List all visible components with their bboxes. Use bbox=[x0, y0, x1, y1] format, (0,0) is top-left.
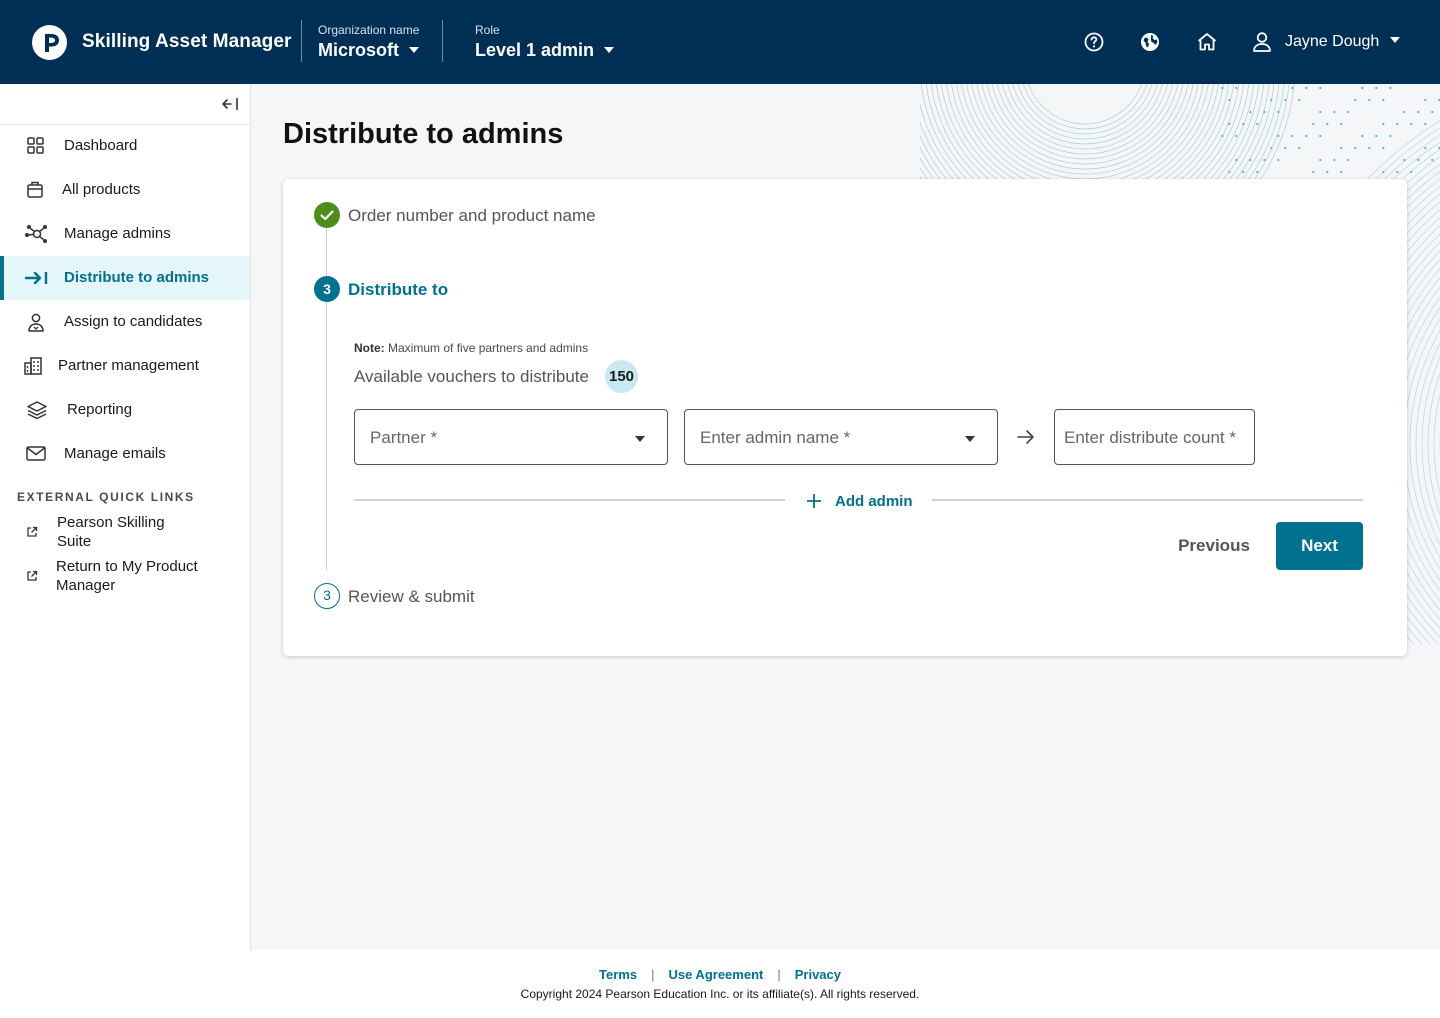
footer-separator: | bbox=[651, 967, 655, 982]
user-menu[interactable]: Jayne Dough bbox=[1251, 30, 1401, 54]
partner-placeholder: Partner * bbox=[370, 428, 438, 447]
available-vouchers-label: Available vouchers to distribute bbox=[354, 367, 589, 386]
top-bar: Skilling Asset Manager Organization name… bbox=[0, 0, 1440, 84]
quick-link-label: Return to My Product bbox=[56, 558, 198, 575]
sidebar-item-reporting[interactable]: Reporting bbox=[0, 388, 250, 432]
quick-link-label: Suite bbox=[57, 533, 92, 550]
footer-links: Terms | Use Agreement | Privacy bbox=[0, 967, 1440, 982]
add-admin-divider bbox=[932, 499, 1363, 501]
step-3-label: Review & submit bbox=[348, 587, 475, 606]
next-button[interactable]: Next bbox=[1276, 522, 1363, 570]
sidebar-item-label: Reporting bbox=[67, 401, 133, 418]
previous-button[interactable]: Previous bbox=[1166, 522, 1262, 570]
sidebar-item-label: Manage emails bbox=[64, 445, 166, 462]
role-label: Role bbox=[475, 23, 500, 37]
chevron-down-icon bbox=[1390, 37, 1401, 43]
sidebar-item-label: All products bbox=[62, 181, 141, 198]
building-icon bbox=[23, 356, 45, 376]
admin-name-placeholder: Enter admin name * bbox=[700, 428, 851, 447]
footer-link-use-agreement[interactable]: Use Agreement bbox=[668, 967, 763, 982]
footer-separator: | bbox=[777, 967, 781, 982]
add-admin-divider bbox=[354, 499, 785, 501]
organization-value: Microsoft bbox=[318, 40, 399, 60]
copyright-text: Copyright 2024 Pearson Education Inc. or… bbox=[520, 987, 920, 1001]
user-icon bbox=[1253, 32, 1271, 52]
role-value: Level 1 admin bbox=[475, 40, 595, 60]
mail-icon bbox=[25, 444, 47, 464]
help-icon[interactable] bbox=[1082, 30, 1106, 54]
sidebar: Dashboard All products Manage admins Dis… bbox=[0, 84, 251, 950]
sidebar-item-manage-admins[interactable]: Manage admins bbox=[0, 212, 250, 256]
sidebar-item-label: Partner management bbox=[58, 357, 199, 374]
globe-icon[interactable] bbox=[1138, 30, 1162, 54]
footer: Terms | Use Agreement | Privacy Copyright 20… bbox=[0, 950, 1440, 1018]
page-title: Distribute to admins bbox=[283, 118, 564, 150]
user-name: Jayne Dough bbox=[1285, 33, 1380, 50]
role-selector[interactable]: Role Level 1 admin bbox=[475, 23, 615, 61]
header-divider bbox=[442, 20, 443, 62]
plus-icon bbox=[807, 494, 821, 508]
footer-link-privacy[interactable]: Privacy bbox=[795, 967, 841, 982]
note-content: Maximum of five partners and admins bbox=[388, 341, 589, 355]
step-1-label[interactable]: Order number and product name bbox=[348, 206, 596, 226]
quick-link-label: Pearson Skilling bbox=[57, 514, 165, 531]
step-complete-check-icon bbox=[314, 202, 340, 228]
chevron-down-icon bbox=[604, 46, 615, 53]
available-vouchers-count: 150 bbox=[605, 360, 638, 393]
admin-name-select[interactable]: Enter admin name * bbox=[684, 409, 998, 465]
distribute-icon bbox=[24, 268, 48, 288]
dropdown-arrow-icon bbox=[635, 436, 645, 442]
step-2-number: 3 bbox=[314, 276, 340, 302]
footer-link-terms[interactable]: Terms bbox=[599, 967, 637, 982]
candidate-icon bbox=[25, 312, 47, 332]
home-icon[interactable] bbox=[1195, 30, 1219, 54]
sidebar-item-all-products[interactable]: All products bbox=[0, 168, 250, 212]
external-link-icon bbox=[26, 569, 38, 581]
partner-select[interactable]: Partner * bbox=[354, 409, 668, 465]
quick-links-heading: EXTERNAL QUICK LINKS bbox=[17, 490, 195, 504]
layers-icon bbox=[27, 400, 49, 420]
distribute-count-input[interactable]: Enter distribute count * bbox=[1054, 409, 1255, 465]
products-icon bbox=[25, 180, 47, 200]
quick-link-label: Manager bbox=[56, 577, 116, 594]
external-link-icon bbox=[26, 525, 38, 537]
network-icon bbox=[25, 224, 47, 244]
organization-label: Organization name bbox=[318, 23, 420, 37]
arrow-right-icon bbox=[1016, 428, 1036, 446]
stepper-connector bbox=[326, 302, 327, 570]
header-divider bbox=[301, 20, 302, 62]
note-label: Note: bbox=[354, 341, 385, 355]
sidebar-item-manage-emails[interactable]: Manage emails bbox=[0, 432, 250, 476]
add-admin-label: Add admin bbox=[835, 492, 913, 510]
stepper-connector bbox=[326, 228, 327, 276]
sidebar-item-label: Distribute to admins bbox=[64, 269, 210, 286]
dropdown-arrow-icon bbox=[965, 436, 975, 442]
distribute-count-placeholder: Enter distribute count * bbox=[1064, 428, 1236, 447]
app-title: Skilling Asset Manager bbox=[82, 31, 292, 52]
distribution-card: Order number and product name 3 Distribu… bbox=[283, 179, 1407, 656]
sidebar-item-label: Dashboard bbox=[64, 137, 138, 154]
collapse-sidebar-icon[interactable] bbox=[221, 96, 239, 112]
chevron-down-icon bbox=[409, 46, 419, 53]
pearson-logo[interactable] bbox=[32, 25, 67, 60]
sidebar-item-distribute-to-admins[interactable]: Distribute to admins bbox=[0, 256, 250, 300]
step-3-number: 3 bbox=[314, 583, 340, 609]
step-2-label: Distribute to bbox=[348, 280, 449, 299]
sidebar-item-dashboard[interactable]: Dashboard bbox=[0, 124, 250, 168]
sidebar-item-label: Manage admins bbox=[64, 225, 171, 242]
sidebar-item-partner-management[interactable]: Partner management bbox=[0, 344, 250, 388]
add-admin-button[interactable]: Add admin bbox=[806, 491, 913, 511]
sidebar-item-label: Assign to candidates bbox=[64, 313, 203, 330]
sidebar-item-assign-to-candidates[interactable]: Assign to candidates bbox=[0, 300, 250, 344]
organization-selector[interactable]: Organization name Microsoft bbox=[318, 23, 419, 61]
dashboard-icon bbox=[25, 136, 47, 156]
note-text: Note: Maximum of five partners and admin… bbox=[354, 341, 588, 355]
